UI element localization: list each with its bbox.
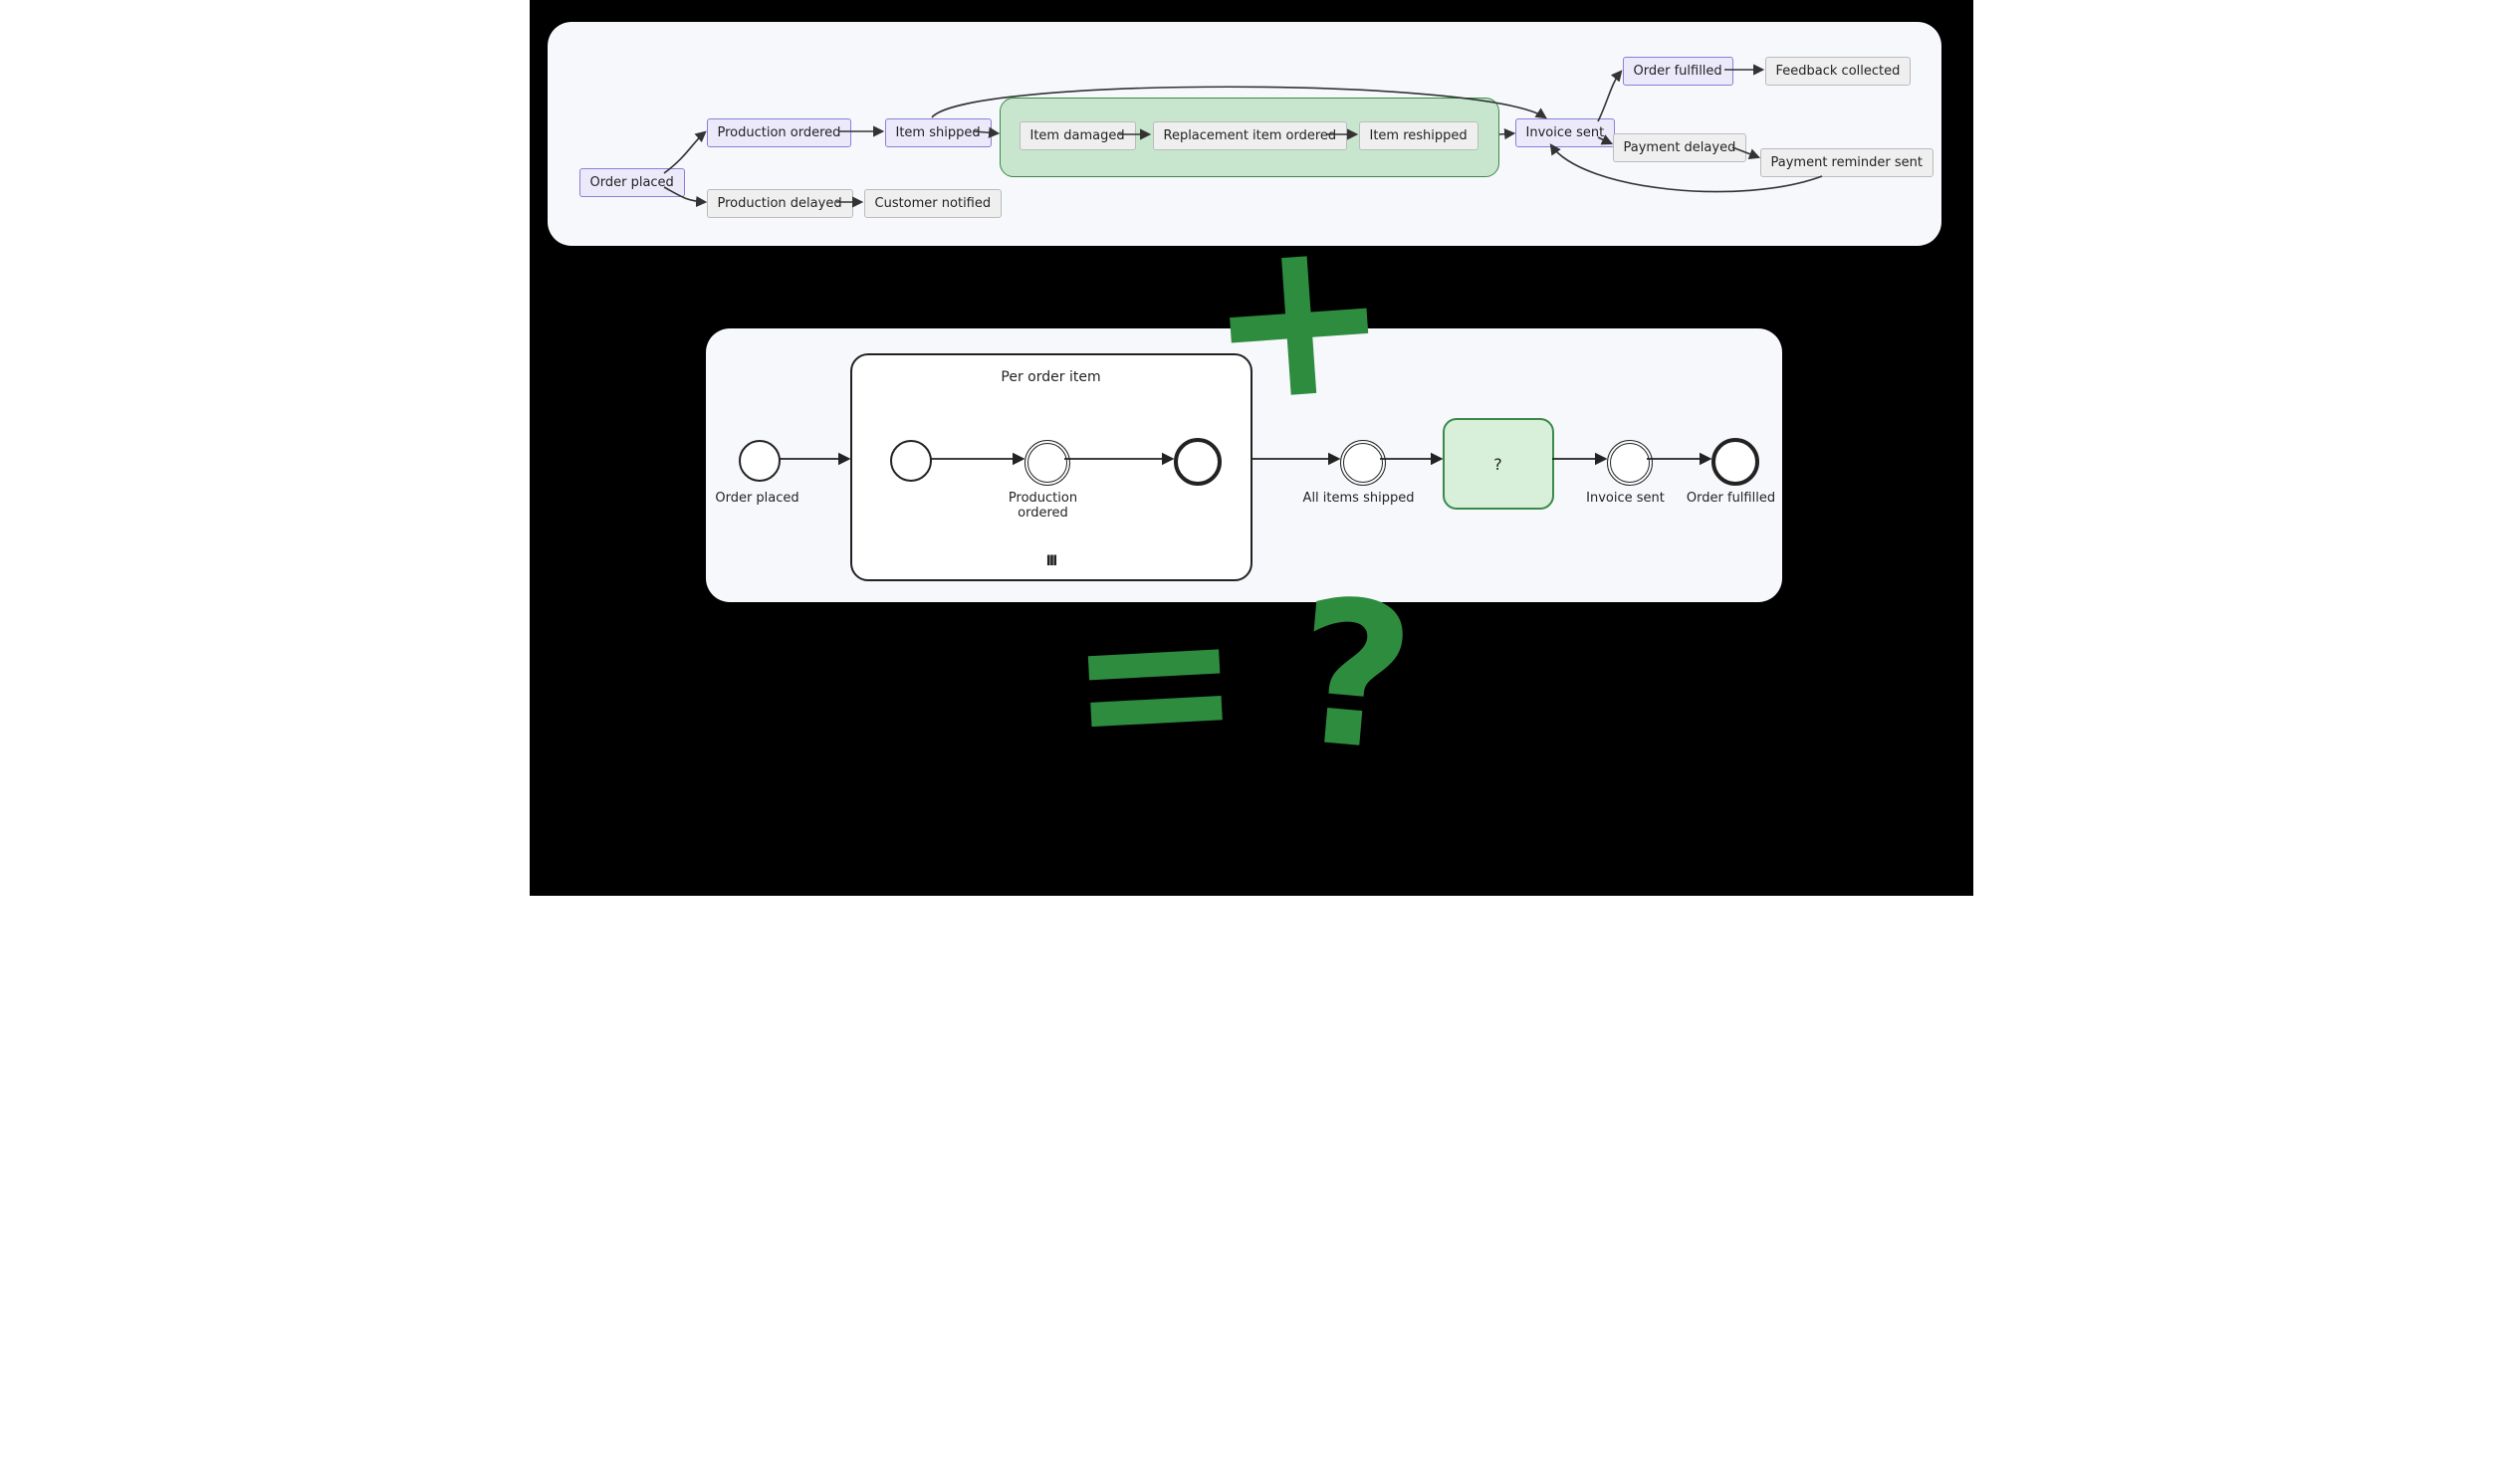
node-item-reshipped: Item reshipped	[1359, 121, 1478, 150]
node-payment-delayed: Payment delayed	[1613, 133, 1747, 162]
event-invoice-sent	[1607, 440, 1653, 486]
label-all-items-shipped: All items shipped	[1303, 491, 1415, 506]
subprocess-title: Per order item	[852, 369, 1251, 385]
node-replacement-ordered: Replacement item ordered	[1153, 121, 1348, 150]
event-order-placed	[739, 440, 781, 482]
label-order-fulfilled: Order fulfilled	[1687, 491, 1775, 506]
bpmn-panel: Per order item III ? Order placed Produc…	[706, 328, 1782, 602]
subprocess-marker: III	[1046, 553, 1056, 569]
node-payment-reminder: Payment reminder sent	[1760, 148, 1933, 177]
event-order-fulfilled	[1711, 438, 1759, 486]
node-item-shipped: Item shipped	[885, 118, 992, 147]
label-invoice-sent: Invoice sent	[1586, 491, 1665, 506]
event-subprocess-end	[1174, 438, 1222, 486]
activity-unknown: ?	[1443, 418, 1554, 510]
label-production-ordered: Production ordered	[1009, 491, 1077, 521]
node-feedback-collected: Feedback collected	[1765, 57, 1912, 86]
node-item-damaged: Item damaged	[1020, 121, 1136, 150]
node-invoice-sent: Invoice sent	[1515, 118, 1616, 147]
node-order-fulfilled: Order fulfilled	[1623, 57, 1733, 86]
activity-label: ?	[1493, 455, 1502, 474]
node-production-delayed: Production delayed	[707, 189, 853, 218]
node-customer-notified: Customer notified	[864, 189, 1003, 218]
event-subprocess-start	[890, 440, 932, 482]
diagram-canvas: Order placed Production ordered Producti…	[530, 0, 1973, 896]
node-production-ordered: Production ordered	[707, 118, 852, 147]
handdrawn-equals-icon: =	[1061, 573, 1248, 791]
flowchart-panel: Order placed Production ordered Producti…	[548, 22, 1941, 246]
node-order-placed: Order placed	[579, 168, 685, 197]
event-production-ordered	[1024, 440, 1070, 486]
label-order-placed: Order placed	[715, 491, 798, 506]
event-all-items-shipped	[1340, 440, 1386, 486]
handdrawn-question-icon: ?	[1287, 572, 1420, 780]
